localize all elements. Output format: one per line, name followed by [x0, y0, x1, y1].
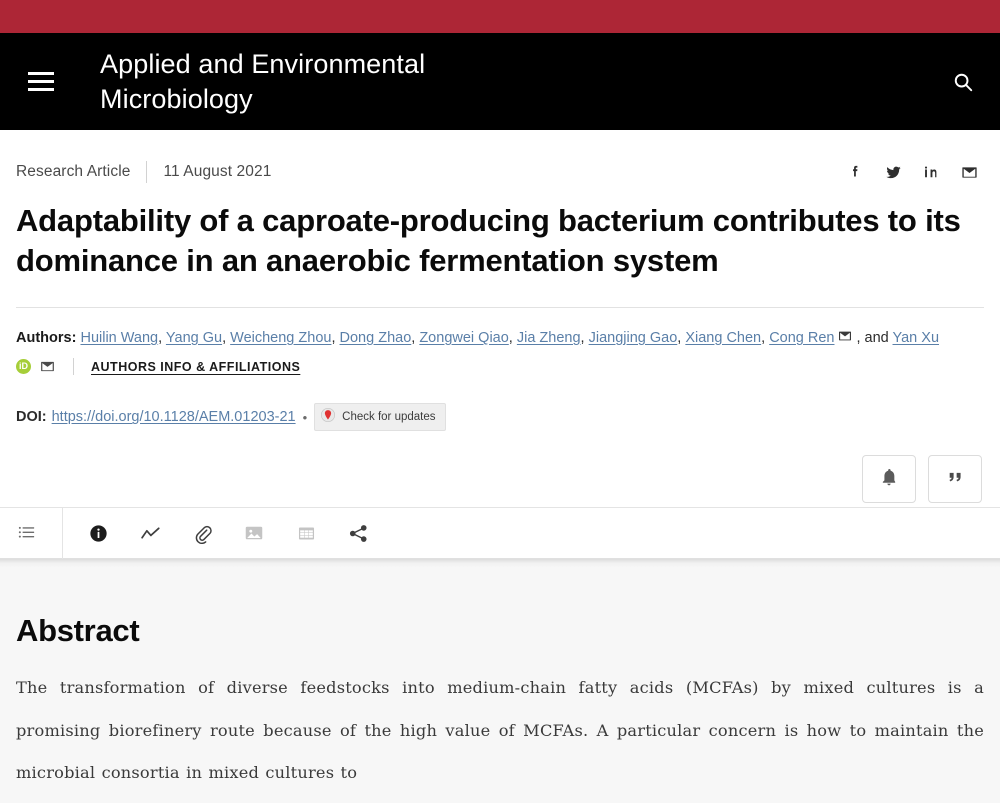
author-link[interactable]: Jiangjing Gao — [589, 330, 678, 346]
article-toolbar — [0, 507, 1000, 560]
author-link[interactable]: Dong Zhao — [340, 330, 412, 346]
author-link[interactable]: Weicheng Zhou — [230, 330, 331, 346]
article-meta-row: Research Article 11 August 2021 — [16, 130, 984, 183]
author-email-icon[interactable] — [39, 358, 56, 375]
author-separator: , — [411, 329, 416, 346]
authors-block: Authors: Huilin Wang, Yang Gu, Weicheng … — [16, 308, 984, 351]
author-separator: , — [508, 329, 513, 346]
author-separator: , — [222, 329, 227, 346]
journal-title[interactable]: Applied and Environmental Microbiology — [100, 47, 520, 116]
meta-divider — [146, 161, 148, 183]
social-share-group — [844, 161, 984, 183]
page-title: Adaptability of a caproate-producing bac… — [16, 203, 961, 278]
toc-button[interactable] — [16, 522, 62, 544]
hamburger-line — [28, 72, 54, 75]
toolbar-divider — [62, 507, 63, 560]
hamburger-line — [28, 80, 54, 83]
author-separator: , — [331, 329, 336, 346]
author-link[interactable]: Cong Ren — [769, 330, 834, 346]
hamburger-line — [28, 88, 54, 91]
authors-label: Authors: — [16, 329, 77, 346]
cite-button[interactable] — [928, 455, 982, 504]
author-link[interactable]: Jia Zheng — [517, 330, 581, 346]
abstract-heading: Abstract — [16, 613, 140, 649]
authors-list: Huilin Wang, Yang Gu, Weicheng Zhou, Don… — [80, 330, 939, 346]
abstract-text: The transformation of diverse feedstocks… — [16, 678, 984, 782]
author-link[interactable]: Yang Gu — [166, 330, 222, 346]
author-link[interactable]: Huilin Wang — [80, 330, 158, 346]
twitter-icon[interactable] — [882, 161, 904, 183]
crossmark-icon — [320, 407, 336, 427]
table-icon[interactable] — [293, 520, 319, 546]
paperclip-icon[interactable] — [189, 520, 215, 546]
check-for-updates-button[interactable]: Check for updates — [314, 403, 446, 432]
author-link[interactable]: Zongwei Qiao — [419, 330, 508, 346]
author-separator: , — [158, 329, 163, 346]
doi-bullet: • — [302, 409, 308, 425]
author-separator: , and — [856, 329, 889, 346]
article-type: Research Article — [16, 163, 131, 180]
authors-info-affiliations-link[interactable]: AUTHORS INFO & AFFILIATIONS — [91, 360, 300, 374]
share-icon[interactable] — [345, 520, 371, 546]
toolbar-icon-group — [85, 520, 371, 546]
doi-row: DOI: https://doi.org/10.1128/AEM.01203-2… — [16, 375, 984, 432]
abstract-section: Abstract The transformation of diverse f… — [0, 567, 1000, 803]
line-chart-icon[interactable] — [137, 520, 163, 546]
image-icon[interactable] — [241, 520, 267, 546]
top-accent-bar — [0, 0, 1000, 33]
affiliations-row: AUTHORS INFO & AFFILIATIONS — [16, 351, 984, 376]
quote-icon — [944, 466, 966, 493]
toolbar-shadow — [0, 559, 1000, 568]
crossmark-label: Check for updates — [342, 411, 436, 424]
article-actions-row — [16, 431, 984, 507]
orcid-icon[interactable] — [16, 359, 31, 375]
doi-label: DOI: — [16, 409, 47, 426]
bell-icon — [879, 467, 899, 492]
facebook-icon[interactable] — [844, 161, 866, 183]
linkedin-icon[interactable] — [920, 161, 942, 183]
affiliations-divider — [73, 358, 74, 376]
search-icon[interactable] — [946, 65, 980, 99]
author-separator: , — [761, 329, 766, 346]
hamburger-menu-icon[interactable] — [24, 65, 58, 99]
publication-date: 11 August 2021 — [163, 163, 272, 180]
corresponding-author-email-icon[interactable] — [837, 328, 853, 351]
article-meta-left: Research Article 11 August 2021 — [16, 161, 271, 183]
article-header-section: Research Article 11 August 2021 Adaptabi… — [0, 130, 1000, 508]
email-icon[interactable] — [958, 161, 980, 183]
journal-header: Applied and Environmental Microbiology — [0, 33, 1000, 130]
info-circle-icon[interactable] — [85, 520, 111, 546]
doi-link[interactable]: https://doi.org/10.1128/AEM.01203-21 — [52, 409, 296, 425]
alerts-button[interactable] — [862, 455, 916, 504]
author-separator: , — [580, 329, 585, 346]
author-separator: , — [677, 329, 682, 346]
author-link[interactable]: Yan Xu — [893, 330, 940, 346]
author-link[interactable]: Xiang Chen — [685, 330, 761, 346]
